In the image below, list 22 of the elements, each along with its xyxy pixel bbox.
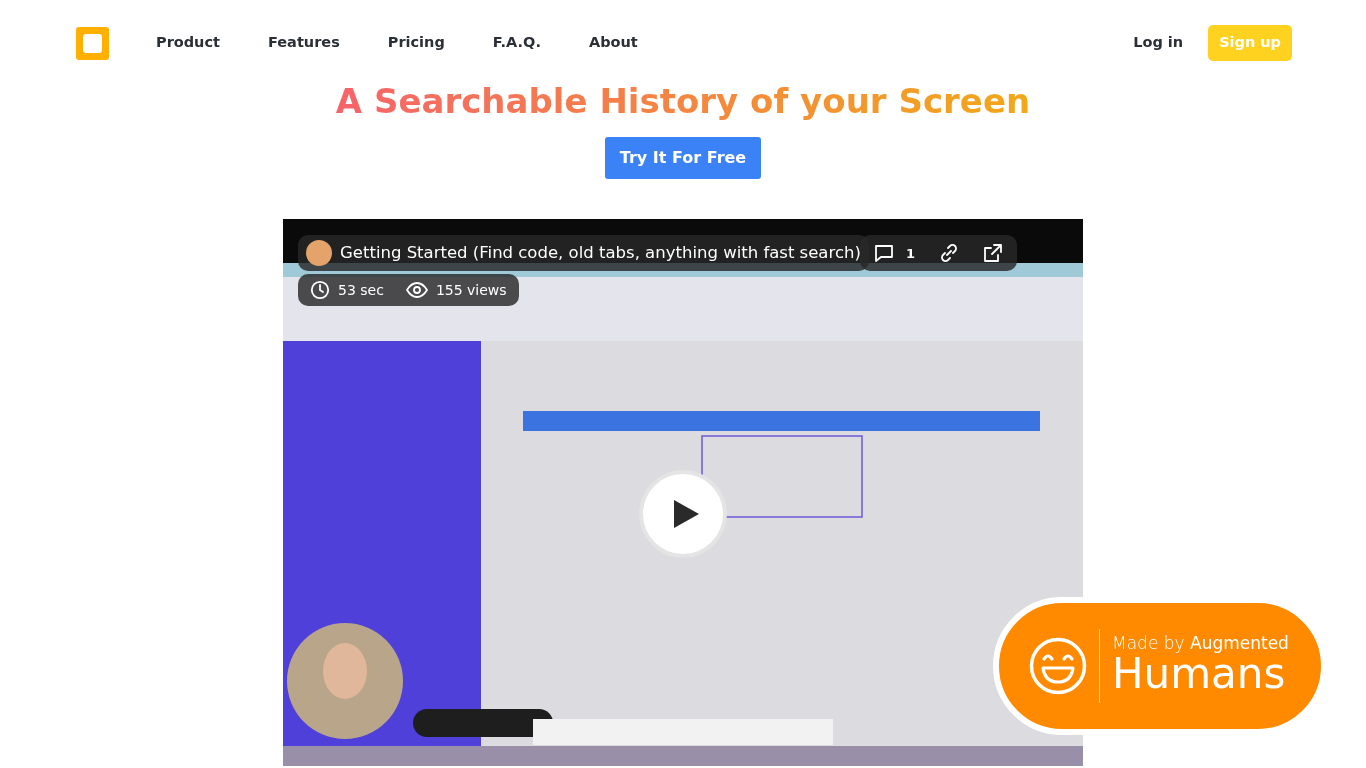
login-link[interactable]: Log in [1133, 32, 1184, 54]
video-player[interactable]: Getting Started (Find code, old tabs, anything with fast search) 1 53 sec 155 views [283, 219, 1083, 767]
badge-name: Humans [1112, 652, 1286, 697]
nav-link[interactable]: Features [267, 32, 340, 54]
link-icon[interactable] [939, 243, 960, 264]
avatar-icon [306, 240, 332, 267]
comment-count: 1 [906, 244, 916, 263]
nav-link[interactable]: Product [156, 32, 220, 54]
external-link-icon[interactable] [983, 243, 1004, 264]
nav-link[interactable]: About [588, 32, 638, 54]
nav-link[interactable]: F.A.Q. [492, 32, 541, 54]
comment-icon[interactable] [874, 243, 894, 264]
nav-link[interactable]: Pricing [387, 32, 445, 54]
clock-icon [310, 280, 330, 301]
badge-tagline: Made by Augmented [1112, 635, 1289, 653]
smiley-icon [1029, 637, 1087, 695]
view-count: 155 views [435, 280, 507, 300]
video-duration: 53 sec [338, 280, 384, 300]
try-free-button[interactable]: Try It For Free [604, 137, 762, 180]
eye-icon [405, 282, 428, 299]
play-icon [671, 499, 700, 530]
video-title: Getting Started (Find code, old tabs, anything with fast search) [340, 242, 861, 264]
